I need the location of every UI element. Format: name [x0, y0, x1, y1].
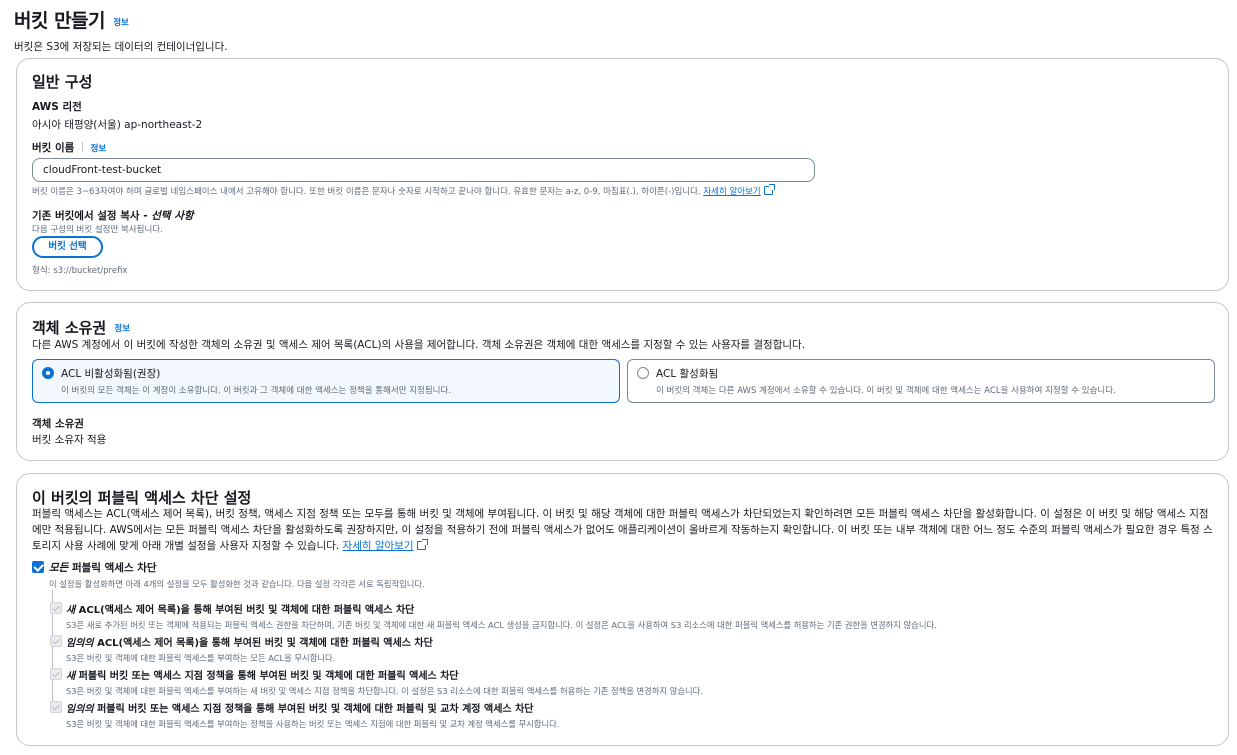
- learn-more-link[interactable]: 자세히 알아보기: [703, 187, 760, 197]
- acl-enabled-description: 이 버킷의 객체는 다른 AWS 계정에서 소유할 수 있습니다. 이 버킷 및…: [656, 386, 1116, 396]
- external-link-icon: [763, 184, 775, 195]
- block-all-label-rest: 퍼블릭 액세스 차단: [68, 562, 157, 574]
- bucket-name-hint: 버킷 이름은 3~63자여야 하며 글로벌 네임스페이스 내에서 고유해야 합니…: [32, 184, 775, 197]
- sub-label-rest: ACL(액세스 제어 목록)을 통해 부여된 버킷 및 객체에 대한 퍼블릭 액…: [93, 638, 433, 649]
- copy-settings-optional: 선택 사항: [151, 210, 194, 222]
- general-config-title: 일반 구성: [32, 73, 93, 91]
- public-access-description: 퍼블릭 액세스는 ACL(액세스 제어 목록), 버킷 정책, 액세스 지점 정…: [32, 506, 1217, 554]
- sub-label-rest: 퍼블릭 버킷 또는 액세스 지점 정책을 통해 부여된 버킷 및 객체에 대한 …: [75, 671, 459, 682]
- block-any-acl-item: 임의의 ACL(액세스 제어 목록)을 통해 부여된 버킷 및 객체에 대한 퍼…: [66, 634, 433, 664]
- object-ownership-label: 객체 소유권: [32, 418, 84, 430]
- label-divider: [81, 142, 83, 152]
- block-any-policy-description: S3은 버킷 및 객체에 대한 퍼블릭 액세스를 부여하는 정책을 사용하는 버…: [66, 719, 560, 729]
- acl-disabled-option[interactable]: ACL 비활성화됨(권장) 이 버킷의 모든 객체는 이 계정이 소유합니다. …: [32, 359, 620, 403]
- block-any-policy-item: 임의의 퍼블릭 버킷 또는 액세스 지점 정책을 통해 부여된 버킷 및 객체에…: [66, 700, 559, 730]
- block-all-description: 이 설정을 활성화하면 아래 4개의 설정을 모두 활성화한 것과 같습니다. …: [49, 579, 425, 589]
- public-access-description-text: 퍼블릭 액세스는 ACL(액세스 제어 목록), 버킷 정책, 액세스 지점 정…: [32, 508, 1213, 552]
- sub-label-rest: ACL(액세스 제어 목록)을 통해 부여된 버킷 및 객체에 대한 퍼블릭 액…: [75, 605, 415, 616]
- format-hint: 형식: s3://bucket/prefix: [32, 266, 128, 276]
- block-new-acl-description: S3은 새로 추가된 버킷 또는 객체에 적용되는 퍼블릭 액세스 권한을 차단…: [66, 620, 937, 630]
- region-label: AWS 리전: [32, 101, 82, 113]
- block-all-item: 모든 퍼블릭 액세스 차단 이 설정을 활성화하면 아래 4개의 설정을 모두 …: [49, 560, 425, 590]
- ownership-description: 다른 AWS 계정에서 이 버킷에 작성한 객체의 소유권 및 액세스 제어 목…: [32, 339, 806, 351]
- block-any-policy-label: 임의의 퍼블릭 버킷 또는 액세스 지점 정책을 통해 부여된 버킷 및 객체에…: [66, 700, 559, 715]
- object-ownership-value: 버킷 소유자 적용: [32, 434, 107, 446]
- acl-disabled-description: 이 버킷의 모든 객체는 이 계정이 소유합니다. 이 버킷과 그 객체에 대한…: [61, 386, 452, 396]
- page-title: 버킷 만들기: [14, 10, 106, 32]
- page-info-link[interactable]: 정보: [113, 18, 129, 28]
- page-header: 버킷 만들기 정보 버킷은 S3에 저장되는 데이터의 컨테이너입니다.: [14, 6, 1229, 54]
- ownership-title: 객체 소유권: [32, 319, 107, 337]
- block-any-acl-checkbox[interactable]: [50, 635, 62, 647]
- block-new-policy-item: 새 퍼블릭 버킷 또는 액세스 지점 정책을 통해 부여된 버킷 및 객체에 대…: [66, 667, 703, 697]
- block-new-policy-checkbox[interactable]: [50, 668, 62, 680]
- sub-label-em: 임의의: [66, 704, 94, 715]
- sub-label-em: 임의의: [66, 638, 94, 649]
- block-new-acl-checkbox[interactable]: [50, 602, 62, 614]
- copy-settings-label: 기존 버킷에서 설정 복사 - 선택 사항: [32, 208, 194, 223]
- bucket-name-label: 버킷 이름: [32, 142, 75, 154]
- block-public-access-panel: 이 버킷의 퍼블릭 액세스 차단 설정 퍼블릭 액세스는 ACL(액세스 제어 …: [16, 473, 1229, 746]
- bucket-name-info-link[interactable]: 정보: [91, 144, 107, 154]
- object-ownership-panel: 객체 소유권 정보 다른 AWS 계정에서 이 버킷에 작성한 객체의 소유권 …: [16, 302, 1229, 461]
- general-config-panel: 일반 구성 AWS 리전 아시아 태평양(서울) ap-northeast-2 …: [16, 58, 1229, 291]
- radio-unselected-icon[interactable]: [637, 367, 649, 379]
- block-all-label: 모든 퍼블릭 액세스 차단: [49, 560, 425, 575]
- page-description: 버킷은 S3에 저장되는 데이터의 컨테이너입니다.: [14, 41, 228, 53]
- bucket-name-label-row: 버킷 이름 정보: [32, 140, 106, 155]
- radio-selected-icon[interactable]: [42, 367, 54, 379]
- block-any-policy-checkbox[interactable]: [50, 701, 62, 713]
- block-new-acl-label: 새 ACL(액세스 제어 목록)을 통해 부여된 버킷 및 객체에 대한 퍼블릭…: [66, 601, 937, 616]
- ownership-title-row: 객체 소유권 정보: [32, 317, 130, 338]
- acl-disabled-label: ACL 비활성화됨(권장): [61, 368, 161, 380]
- external-link-icon: [416, 539, 428, 550]
- public-access-title: 이 버킷의 퍼블릭 액세스 차단 설정: [32, 489, 252, 507]
- choose-bucket-button[interactable]: 버킷 선택: [32, 236, 103, 258]
- ownership-info-link[interactable]: 정보: [114, 324, 130, 334]
- block-any-acl-label: 임의의 ACL(액세스 제어 목록)을 통해 부여된 버킷 및 객체에 대한 퍼…: [66, 634, 433, 649]
- sub-label-em: 새: [66, 605, 76, 616]
- acl-enabled-option[interactable]: ACL 활성화됨 이 버킷의 객체는 다른 AWS 계정에서 소유할 수 있습니…: [627, 359, 1215, 403]
- public-access-learn-more-link[interactable]: 자세히 알아보기: [343, 540, 414, 552]
- block-new-acl-item: 새 ACL(액세스 제어 목록)을 통해 부여된 버킷 및 객체에 대한 퍼블릭…: [66, 601, 937, 631]
- block-all-label-em: 모든: [49, 562, 69, 574]
- bucket-name-hint-text: 버킷 이름은 3~63자여야 하며 글로벌 네임스페이스 내에서 고유해야 합니…: [32, 187, 701, 197]
- bucket-name-input[interactable]: [32, 158, 815, 182]
- region-value: 아시아 태평양(서울) ap-northeast-2: [32, 119, 203, 131]
- acl-enabled-label: ACL 활성화됨: [656, 368, 719, 380]
- sub-label-em: 새: [66, 671, 76, 682]
- block-any-acl-description: S3은 버킷 및 객체에 대한 퍼블릭 액세스를 부여하는 모든 ACL을 무시…: [66, 653, 336, 663]
- block-new-policy-description: S3은 버킷 및 객체에 대한 퍼블릭 액세스를 부여하는 새 버킷 및 액세스…: [66, 686, 703, 696]
- copy-settings-label-main: 기존 버킷에서 설정 복사 -: [32, 210, 152, 222]
- block-new-policy-label: 새 퍼블릭 버킷 또는 액세스 지점 정책을 통해 부여된 버킷 및 객체에 대…: [66, 667, 703, 682]
- block-all-checkbox[interactable]: [32, 561, 44, 573]
- copy-settings-hint: 다음 구성의 버킷 설정만 복사됩니다.: [32, 225, 163, 235]
- sub-label-rest: 퍼블릭 버킷 또는 액세스 지점 정책을 통해 부여된 버킷 및 객체에 대한 …: [93, 704, 534, 715]
